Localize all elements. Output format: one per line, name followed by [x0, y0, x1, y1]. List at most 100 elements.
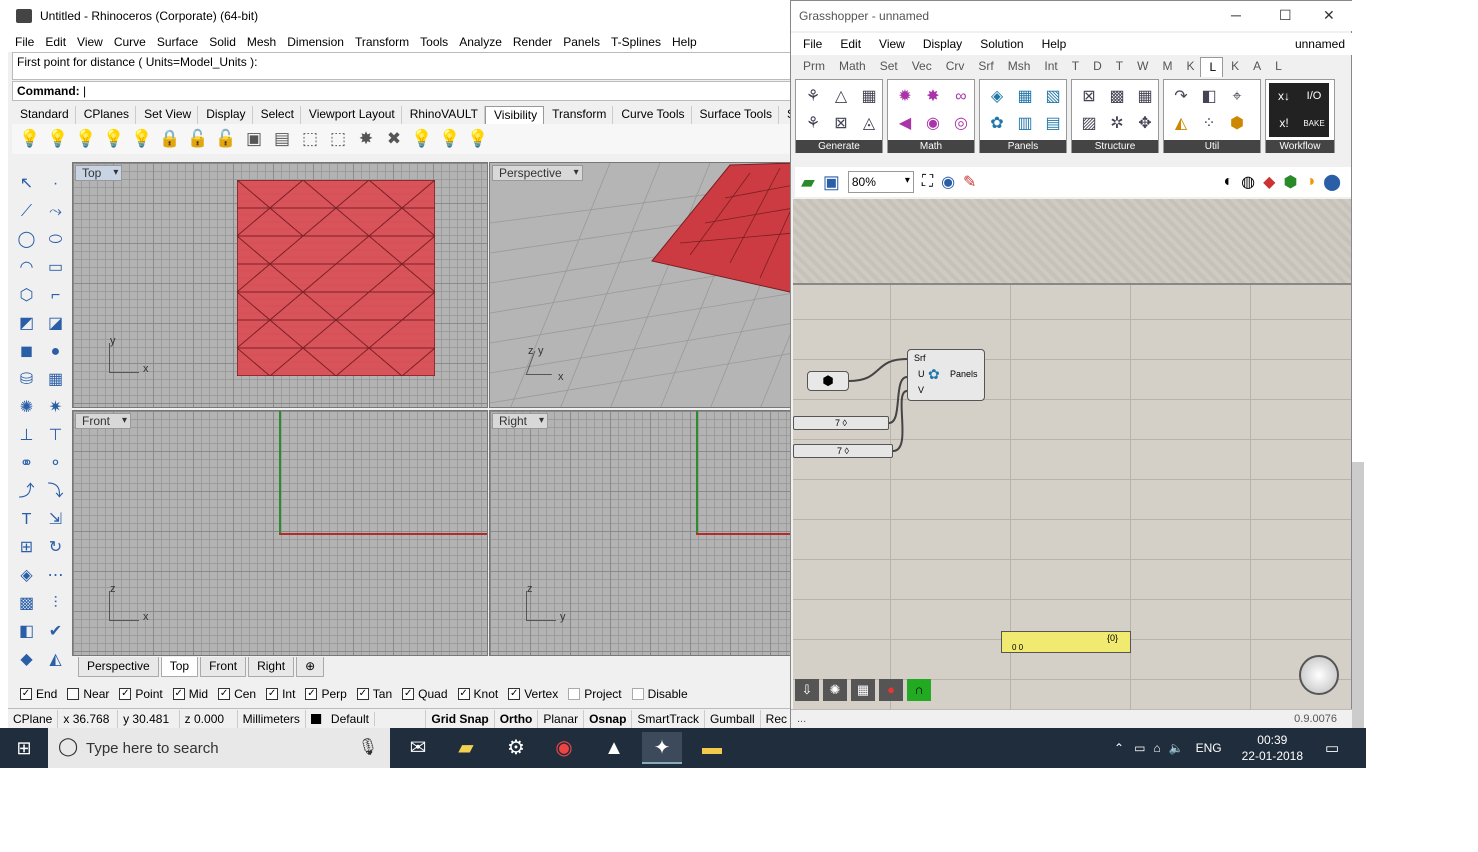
osnap-point[interactable]: ✓ Point: [119, 687, 163, 701]
photos-icon[interactable]: ▲: [594, 732, 634, 764]
layers-icon[interactable]: ◆: [12, 646, 41, 674]
menu-analyze[interactable]: Analyze: [456, 35, 510, 49]
tab-display[interactable]: Display: [198, 106, 253, 124]
input-v[interactable]: V: [918, 385, 924, 395]
display-sphere-icon[interactable]: ⬤: [1323, 172, 1341, 192]
struct-6-icon[interactable]: ✥: [1131, 110, 1159, 137]
surface-icon[interactable]: ◩: [12, 310, 41, 338]
panels-5-icon[interactable]: ▥: [1011, 110, 1039, 137]
menu-tools[interactable]: Tools: [417, 35, 456, 49]
tab-surface-tools[interactable]: Surface Tools: [692, 106, 780, 124]
gh-menu-display[interactable]: Display: [923, 37, 962, 51]
osnap-project[interactable]: Project: [568, 687, 622, 701]
window-select-icon[interactable]: ⬚: [298, 127, 322, 151]
gh-tab-t2[interactable]: T: [1108, 57, 1129, 77]
osnap-mid[interactable]: ✓ Mid: [172, 687, 208, 701]
gh-tab-set[interactable]: Set: [872, 57, 904, 77]
save-file-icon[interactable]: ▣: [823, 172, 840, 193]
panels-4-icon[interactable]: ✿: [983, 110, 1011, 137]
split-icon[interactable]: ⊥: [12, 422, 41, 450]
tab-visibility[interactable]: Visibility: [485, 106, 545, 124]
status-rec[interactable]: Rec: [761, 709, 793, 728]
unlock-selected-icon[interactable]: ▣: [242, 127, 266, 151]
properties-icon[interactable]: ◧: [12, 618, 41, 646]
group-icon[interactable]: ⚭: [12, 450, 41, 478]
lock-icon[interactable]: 🔒: [158, 127, 182, 151]
tab-transform[interactable]: Transform: [544, 106, 614, 124]
gh-tab-math[interactable]: Math: [831, 57, 872, 77]
sketch-pen-icon[interactable]: ✎: [963, 172, 976, 192]
gen-4-icon[interactable]: ⚘: [799, 110, 827, 137]
math-4-icon[interactable]: ◀: [891, 110, 919, 137]
rectangle-icon[interactable]: ▭: [41, 254, 70, 282]
ungroup-icon[interactable]: ⚬: [41, 450, 70, 478]
menu-mesh[interactable]: Mesh: [244, 35, 284, 49]
math-1-icon[interactable]: ✹: [891, 83, 919, 110]
grid-icon[interactable]: ▦: [851, 679, 875, 701]
osnap-near[interactable]: Near: [67, 687, 109, 701]
gen-3-icon[interactable]: ▦: [855, 83, 883, 110]
ellipse-icon[interactable]: ⬭: [41, 226, 70, 254]
menu-solid[interactable]: Solid: [206, 35, 244, 49]
lock-solver-icon[interactable]: ∩: [907, 679, 931, 701]
struct-4-icon[interactable]: ▨: [1075, 110, 1103, 137]
move-icon[interactable]: ⊞: [12, 534, 41, 562]
math-6-icon[interactable]: ◎: [947, 110, 975, 137]
osnap-vertex[interactable]: ✓ Vertex: [508, 687, 558, 701]
gh-tab-t[interactable]: T: [1064, 57, 1085, 77]
show-selected-bulb-icon[interactable]: 💡: [46, 127, 70, 151]
analyze-icon[interactable]: ⫶: [41, 590, 70, 618]
viewport-perspective[interactable]: Perspective z y x: [489, 162, 793, 408]
sticky-notes-icon[interactable]: ▰: [446, 732, 486, 764]
rotate-icon[interactable]: ↻: [41, 534, 70, 562]
menu-panels[interactable]: Panels: [560, 35, 608, 49]
download-icon[interactable]: ⇩: [795, 679, 819, 701]
util-1-icon[interactable]: ↷: [1167, 83, 1195, 110]
vp-tab-perspective[interactable]: Perspective: [78, 657, 159, 677]
gh-menu-edit[interactable]: Edit: [840, 37, 861, 51]
crossing-select-icon[interactable]: ⬚: [326, 127, 350, 151]
mesh-icon[interactable]: ▦: [41, 366, 70, 394]
menu-surface[interactable]: Surface: [154, 35, 206, 49]
curve-icon[interactable]: ⤳: [41, 198, 70, 226]
file-explorer-icon[interactable]: ▬: [692, 732, 732, 764]
gh-tab-m[interactable]: M: [1154, 57, 1178, 77]
gh-tab-vec[interactable]: Vec: [904, 57, 938, 77]
tab-curve-tools[interactable]: Curve Tools: [613, 106, 692, 124]
grid-array-icon[interactable]: ▩: [12, 590, 41, 618]
util-5-icon[interactable]: ⁘: [1195, 110, 1223, 137]
menu-file[interactable]: File: [12, 35, 42, 49]
taskbar-search[interactable]: ◯ Type here to search 🎙: [48, 728, 390, 768]
workflow-bake-icon[interactable]: BAKE: [1299, 110, 1329, 137]
struct-2-icon[interactable]: ▩: [1103, 83, 1131, 110]
preview-shaded-icon[interactable]: ◍: [1241, 172, 1255, 192]
gh-menu-file[interactable]: File: [803, 37, 822, 51]
rhino-taskbar-icon[interactable]: ✦: [642, 732, 682, 764]
gh-tab-l[interactable]: L: [1200, 57, 1224, 77]
output-panels[interactable]: Panels: [950, 369, 978, 379]
struct-3-icon[interactable]: ▦: [1131, 83, 1159, 110]
util-2-icon[interactable]: ◧: [1195, 83, 1223, 110]
struct-1-icon[interactable]: ⊠: [1075, 83, 1103, 110]
vp-tab-front[interactable]: Front: [200, 657, 247, 677]
polyline-icon[interactable]: ⟋: [12, 198, 41, 226]
show-all-bulb-icon[interactable]: 💡: [130, 127, 154, 151]
surface-param-component[interactable]: ⬢: [807, 371, 849, 391]
tab-rhinovault[interactable]: RhinoVAULT: [402, 106, 486, 124]
loft-icon[interactable]: ◪: [41, 310, 70, 338]
workflow-x1-icon[interactable]: x↓: [1269, 83, 1299, 110]
gen-6-icon[interactable]: ◬: [855, 110, 883, 137]
arc-icon[interactable]: ◠: [12, 254, 41, 282]
util-6-icon[interactable]: ⬢: [1223, 110, 1251, 137]
menu-view[interactable]: View: [74, 35, 111, 49]
math-5-icon[interactable]: ◉: [919, 110, 947, 137]
osnap-tan[interactable]: ✓ Tan: [356, 687, 392, 701]
box-icon[interactable]: ◼: [12, 338, 41, 366]
gh-tab-w[interactable]: W: [1129, 57, 1154, 77]
osnap-quad[interactable]: ✓ Quad: [402, 687, 448, 701]
preview-mesh-icon[interactable]: ⬢: [1283, 172, 1297, 192]
slider-v[interactable]: 7 ◊: [793, 444, 893, 458]
menu-transform[interactable]: Transform: [352, 35, 417, 49]
preview-wire-icon[interactable]: ◐: [1224, 173, 1234, 191]
layer-bulb-icon[interactable]: 💡: [410, 127, 434, 151]
